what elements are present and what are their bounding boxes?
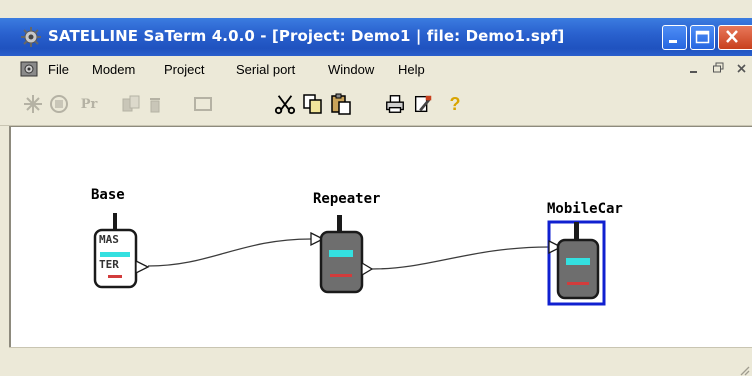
base-output-port bbox=[135, 259, 150, 275]
diagram-canvas[interactable]: Base MAS TER Repeater MobileCar bbox=[9, 126, 752, 347]
menu-modem[interactable]: Modem bbox=[92, 62, 135, 77]
document-gear-icon[interactable] bbox=[20, 61, 38, 77]
toolbar: Pr ? bbox=[0, 83, 752, 126]
help-icon[interactable]: ? bbox=[444, 93, 466, 115]
menu-window[interactable]: Window bbox=[328, 62, 374, 77]
pr-icon[interactable]: Pr bbox=[78, 93, 100, 115]
new-node-icon[interactable] bbox=[22, 93, 44, 115]
paste-icon[interactable] bbox=[330, 93, 352, 115]
app-window: SATELLINE SaTerm 4.0.0 - [Project: Demo1… bbox=[0, 0, 752, 376]
mdi-restore-button[interactable] bbox=[712, 61, 725, 78]
modem-icon[interactable] bbox=[48, 93, 70, 115]
mobilecar-device bbox=[556, 238, 600, 300]
menu-project[interactable]: Project bbox=[164, 62, 204, 77]
repeater-output-port bbox=[361, 261, 374, 277]
maximize-button[interactable] bbox=[690, 25, 715, 50]
base-antenna bbox=[113, 213, 117, 230]
link-icon[interactable] bbox=[120, 93, 142, 115]
menu-file[interactable]: File bbox=[48, 62, 69, 77]
frame-icon[interactable] bbox=[192, 93, 214, 115]
mdi-minimize-button[interactable] bbox=[688, 61, 700, 78]
menu-serial-port[interactable]: Serial port bbox=[236, 62, 295, 77]
mobilecar-antenna bbox=[574, 222, 579, 240]
network-diagram bbox=[93, 213, 606, 306]
cut-icon[interactable] bbox=[274, 93, 296, 115]
close-button[interactable] bbox=[718, 25, 752, 50]
copy-icon[interactable] bbox=[302, 93, 324, 115]
mobilecar-screen bbox=[566, 258, 590, 265]
node-label-mobilecar: MobileCar bbox=[547, 201, 623, 217]
help-glyph: ? bbox=[449, 93, 461, 114]
status-bar bbox=[9, 347, 752, 376]
repeater-device bbox=[319, 230, 364, 294]
base-screen-bar bbox=[100, 252, 130, 257]
trash-icon[interactable] bbox=[144, 93, 166, 115]
master-badge-line1: MAS bbox=[99, 233, 119, 246]
minimize-button[interactable] bbox=[662, 25, 687, 50]
mdi-close-button[interactable] bbox=[736, 61, 748, 78]
link-repeater-mobile bbox=[371, 246, 550, 270]
node-label-repeater: Repeater bbox=[313, 191, 381, 207]
node-repeater[interactable] bbox=[310, 215, 374, 294]
pr-label: Pr bbox=[80, 96, 98, 112]
node-label-base: Base bbox=[91, 187, 125, 203]
tools-icon[interactable] bbox=[412, 93, 434, 115]
base-led-bar bbox=[108, 275, 122, 278]
app-icon bbox=[20, 26, 42, 48]
master-badge-line2: TER bbox=[99, 258, 119, 271]
repeater-screen bbox=[329, 250, 353, 257]
menu-bar: File Modem Project Serial port Window He… bbox=[0, 56, 752, 83]
repeater-antenna bbox=[337, 215, 342, 232]
node-mobilecar[interactable] bbox=[547, 220, 606, 306]
node-base[interactable] bbox=[93, 213, 150, 289]
print-icon[interactable] bbox=[384, 93, 406, 115]
title-bar[interactable]: SATELLINE SaTerm 4.0.0 - [Project: Demo1… bbox=[0, 18, 752, 56]
window-title: SATELLINE SaTerm 4.0.0 - [Project: Demo1… bbox=[48, 27, 565, 45]
repeater-led bbox=[330, 274, 352, 277]
resize-grip-icon[interactable] bbox=[738, 363, 750, 376]
link-base-repeater bbox=[147, 238, 312, 267]
mobilecar-led bbox=[567, 282, 589, 285]
menu-help[interactable]: Help bbox=[398, 62, 425, 77]
